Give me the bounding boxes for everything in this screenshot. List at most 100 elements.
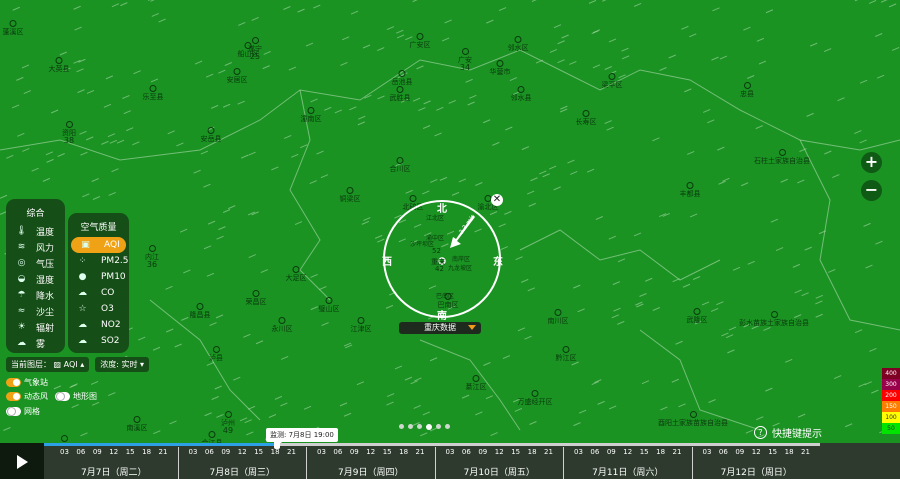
- city-marker[interactable]: 广安区: [410, 33, 431, 49]
- timeline-day[interactable]: 03 06 09 12 15 18 21 7月12日（周日）: [693, 447, 821, 479]
- general-item[interactable]: ≈ 沙尘: [6, 303, 65, 319]
- timeline-day[interactable]: 03 06 09 12 15 18 21 7月9日（周四）: [307, 447, 436, 479]
- city-marker[interactable]: 武胜县: [390, 86, 411, 102]
- pager-dot[interactable]: [436, 424, 441, 429]
- city-marker[interactable]: 广安 34: [458, 48, 472, 72]
- city-marker[interactable]: 武隆区: [687, 308, 708, 324]
- pager-dot[interactable]: [399, 424, 404, 429]
- wind-streak: [340, 61, 348, 66]
- city-marker[interactable]: 邻水区: [508, 36, 529, 52]
- city-marker[interactable]: 潼南区: [301, 107, 322, 123]
- general-item[interactable]: 🌡 温度: [6, 223, 65, 239]
- city-name: 华蓥市: [489, 68, 511, 76]
- timeline-day[interactable]: 03 06 09 12 15 18 21 7月11日（周六）: [564, 447, 693, 479]
- timeline-day[interactable]: 03 06 09 12 15 18 21 7月7日（周二）: [50, 447, 179, 479]
- general-item[interactable]: ☂ 降水: [6, 287, 65, 303]
- wind-streak: [660, 406, 668, 411]
- city-marker[interactable]: 梁平区: [602, 73, 623, 89]
- hour-tick: 06: [461, 448, 471, 456]
- air-item[interactable]: ● PM10: [68, 269, 129, 285]
- city-marker[interactable]: 璧山区: [319, 297, 340, 313]
- city-marker[interactable]: 泸州 49: [221, 411, 235, 435]
- general-item[interactable]: ◎ 气压: [6, 255, 65, 271]
- wind-streak: [678, 403, 686, 408]
- wind-streak: [138, 336, 146, 341]
- city-marker[interactable]: 大足区: [286, 266, 307, 282]
- city-marker[interactable]: 华蓥市: [490, 60, 511, 76]
- wind-streak: [59, 51, 67, 56]
- city-marker[interactable]: 万盛经开区: [518, 390, 553, 406]
- toggle-dynamic-wind[interactable]: 动态风: [6, 391, 48, 402]
- city-marker[interactable]: 长寿区: [576, 110, 597, 126]
- zoom-in-button[interactable]: +: [861, 152, 882, 173]
- city-name: 酉阳土家族苗族自治县: [658, 419, 728, 427]
- city-marker[interactable]: 大英县: [49, 57, 70, 73]
- general-item[interactable]: ☁ 雾: [6, 335, 65, 351]
- city-marker[interactable]: 忠县: [740, 82, 754, 98]
- city-marker[interactable]: 岳池县: [392, 70, 413, 86]
- city-marker[interactable]: 泸县: [209, 346, 223, 362]
- air-item[interactable]: ▣ AQI: [71, 237, 126, 253]
- wind-streak: [578, 409, 587, 414]
- city-data-button[interactable]: 重庆数据: [399, 322, 481, 334]
- wind-streak: [169, 420, 177, 425]
- general-item[interactable]: ≋ 风力: [6, 239, 65, 255]
- city-aqi-value: 38: [63, 136, 75, 145]
- pager-dot[interactable]: [445, 424, 450, 429]
- city-marker[interactable]: 内江 36: [145, 245, 159, 269]
- city-marker[interactable]: 蓬溪区: [3, 20, 24, 36]
- wind-streak: [288, 66, 297, 71]
- city-marker[interactable]: 綦江区: [466, 375, 487, 391]
- shortcut-hint[interactable]: ? 快捷键提示: [754, 425, 822, 440]
- wind-streak: [710, 307, 719, 312]
- city-marker[interactable]: 邻水县: [511, 86, 532, 102]
- air-item[interactable]: ☁ CO: [68, 285, 129, 301]
- toggle-terrain[interactable]: 地形图: [55, 391, 97, 402]
- city-marker[interactable]: 丰都县: [680, 182, 701, 198]
- density-select[interactable]: 浓度: 实时 ▾: [95, 357, 150, 372]
- timeline-day[interactable]: 03 06 09 12 15 18 21 7月8日（周三）: [179, 447, 307, 479]
- city-marker[interactable]: 船山区: [238, 42, 259, 58]
- city-marker[interactable]: 安居区: [227, 68, 248, 84]
- current-layer-select[interactable]: 当前图层： ▨ AQI ▴: [6, 357, 90, 372]
- city-marker[interactable]: 南川区: [548, 309, 569, 325]
- city-marker[interactable]: 隆昌县: [190, 303, 211, 319]
- city-marker[interactable]: 石柱土家族自治县: [754, 149, 810, 165]
- pager-dot[interactable]: [417, 424, 422, 429]
- city-marker[interactable]: 资阳 38: [62, 121, 76, 145]
- zoom-out-button[interactable]: −: [861, 180, 882, 201]
- wind-streak: [418, 107, 426, 112]
- city-marker[interactable]: 永川区: [272, 317, 293, 333]
- city-marker[interactable]: 酉阳土家族苗族自治县: [658, 411, 728, 427]
- city-marker[interactable]: 黔江区: [556, 346, 577, 362]
- city-marker[interactable]: 彭水苗族土家族自治县: [739, 311, 809, 327]
- timeline-progress: [44, 440, 280, 449]
- city-marker[interactable]: 南溪区: [127, 416, 148, 432]
- general-item-label: 雾: [36, 339, 46, 350]
- city-marker[interactable]: 安岳县: [201, 127, 222, 143]
- toggle-grid[interactable]: 网格: [6, 406, 40, 417]
- pager-dots[interactable]: [399, 424, 450, 430]
- compass-close-button[interactable]: ✕: [491, 194, 503, 206]
- timeline-day[interactable]: 03 06 09 12 15 18 21 7月10日（周五）: [436, 447, 564, 479]
- toggle-weather-station[interactable]: 气象站: [6, 377, 48, 388]
- city-marker[interactable]: 乐至县: [143, 85, 164, 101]
- wind-streak: [319, 286, 327, 291]
- timeline-hours: 03 06 09 12 15 18 21: [564, 447, 692, 458]
- city-marker[interactable]: 合川区: [390, 157, 411, 173]
- air-item[interactable]: ☁ SO2: [68, 333, 129, 349]
- general-item[interactable]: ☀ 辐射: [6, 319, 65, 335]
- wind-streak: [485, 395, 494, 400]
- air-item[interactable]: ☆ O3: [68, 301, 129, 317]
- general-item[interactable]: ◒ 湿度: [6, 271, 65, 287]
- hour-tick: 15: [382, 448, 392, 456]
- timeline[interactable]: 03 06 09 12 15 18 21 7月7日（周二） 03 06 09 12 15 18 21 7月8日…: [0, 440, 900, 479]
- city-marker[interactable]: 铜梁区: [340, 187, 361, 203]
- pager-dot[interactable]: [426, 424, 432, 430]
- city-marker[interactable]: 江津区: [351, 317, 372, 333]
- city-marker[interactable]: 荣昌区: [246, 290, 267, 306]
- pager-dot[interactable]: [408, 424, 413, 429]
- play-button[interactable]: [0, 443, 44, 479]
- air-item[interactable]: ☁ NO2: [68, 317, 129, 333]
- air-item[interactable]: ⁘ PM2.5: [68, 253, 129, 269]
